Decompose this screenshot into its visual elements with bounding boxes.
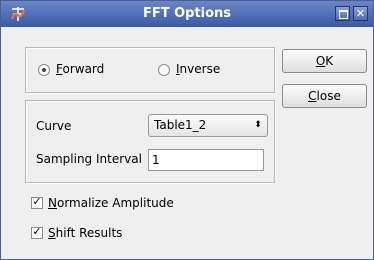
close-button[interactable]: Close bbox=[282, 84, 367, 108]
inverse-label-rest: nverse bbox=[179, 62, 221, 76]
ok-button[interactable]: OK bbox=[282, 49, 367, 73]
curve-select[interactable]: Table1_2 ⬍ bbox=[148, 114, 268, 137]
updown-arrow-icon: ⬍ bbox=[254, 120, 262, 130]
radio-selected-indicator bbox=[42, 68, 46, 72]
shift-mnemonic: S bbox=[48, 226, 56, 240]
close-window-button[interactable]: ✕ bbox=[353, 6, 368, 21]
sampling-interval-label: Sampling Interval bbox=[36, 152, 142, 166]
normalize-amplitude-checkbox[interactable]: ✓ bbox=[31, 195, 43, 209]
ok-label-rest: K bbox=[325, 54, 334, 68]
forward-radio[interactable] bbox=[38, 64, 50, 76]
curve-group: Curve Table1_2 ⬍ Sampling Interval bbox=[25, 100, 275, 183]
checkmark-icon: ✓ bbox=[32, 195, 42, 208]
normalize-amplitude-label[interactable]: Normalize Amplitude bbox=[48, 195, 174, 211]
maximize-icon bbox=[339, 10, 348, 19]
shift-label-rest: hift Results bbox=[55, 226, 123, 240]
maximize-button[interactable] bbox=[335, 6, 350, 21]
sampling-interval-input[interactable] bbox=[148, 149, 264, 171]
inverse-radio[interactable] bbox=[158, 64, 170, 76]
forward-label-rest: orward bbox=[62, 62, 105, 76]
curve-label: Curve bbox=[36, 119, 72, 133]
curve-select-value: Table1_2 bbox=[154, 118, 207, 132]
shift-results-label[interactable]: Shift Results bbox=[48, 225, 122, 241]
close-icon: ✕ bbox=[355, 7, 366, 20]
shift-results-checkbox[interactable]: ✓ bbox=[31, 225, 43, 239]
normalize-mnemonic: N bbox=[48, 196, 57, 210]
title-bar[interactable]: FFT Options ✕ bbox=[1, 1, 373, 27]
normalize-label-rest: ormalize Amplitude bbox=[56, 196, 174, 210]
direction-group: Forward Inverse bbox=[25, 47, 275, 93]
forward-label[interactable]: Forward bbox=[56, 62, 104, 77]
inverse-label[interactable]: Inverse bbox=[176, 62, 220, 77]
checkmark-icon: ✓ bbox=[32, 225, 42, 238]
window-title: FFT Options bbox=[142, 6, 232, 21]
close-mnemonic: C bbox=[308, 89, 317, 103]
fft-options-dialog: FFT Options ✕ Forward Inverse Curve Tabl… bbox=[0, 0, 374, 260]
ok-mnemonic: O bbox=[315, 54, 326, 68]
close-label-rest: lose bbox=[316, 89, 341, 103]
